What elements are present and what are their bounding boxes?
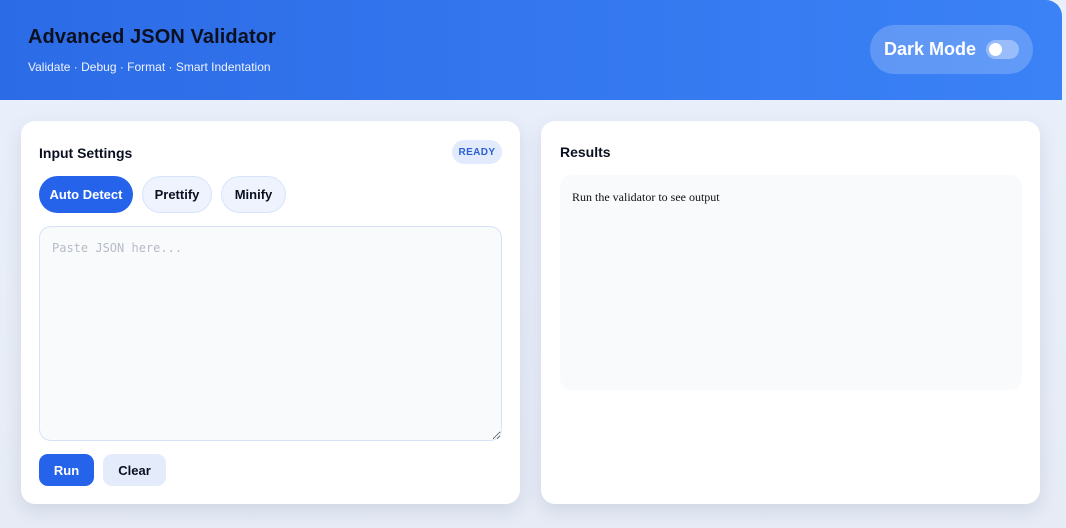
results-card: Results Run the validator to see output — [541, 121, 1040, 504]
auto-detect-button[interactable]: Auto Detect — [39, 176, 133, 213]
header: Advanced JSON Validator Validate · Debug… — [0, 0, 1062, 100]
switch-knob — [989, 43, 1002, 56]
page-title: Advanced JSON Validator — [28, 26, 276, 48]
results-title: Results — [560, 144, 611, 160]
minify-button[interactable]: Minify — [221, 176, 286, 213]
input-settings-title: Input Settings — [39, 145, 133, 161]
app-window: Advanced JSON Validator Validate · Debug… — [0, 0, 1066, 528]
dark-mode-label: Dark Mode — [884, 39, 977, 59]
status-badge: READY — [452, 140, 502, 164]
clear-button[interactable]: Clear — [103, 454, 166, 486]
results-output: Run the validator to see output — [560, 175, 1022, 390]
input-settings-card: Input Settings READY Auto Detect Prettif… — [21, 121, 520, 504]
results-output-text: Run the validator to see output — [572, 190, 720, 204]
dark-mode-switch[interactable] — [986, 40, 1019, 59]
prettify-button[interactable]: Prettify — [142, 176, 212, 213]
page-subtitle: Validate · Debug · Format · Smart Indent… — [28, 60, 271, 74]
dark-mode-toggle[interactable]: Dark Mode — [870, 25, 1033, 74]
json-input-textarea[interactable] — [39, 226, 502, 441]
run-button[interactable]: Run — [39, 454, 94, 486]
